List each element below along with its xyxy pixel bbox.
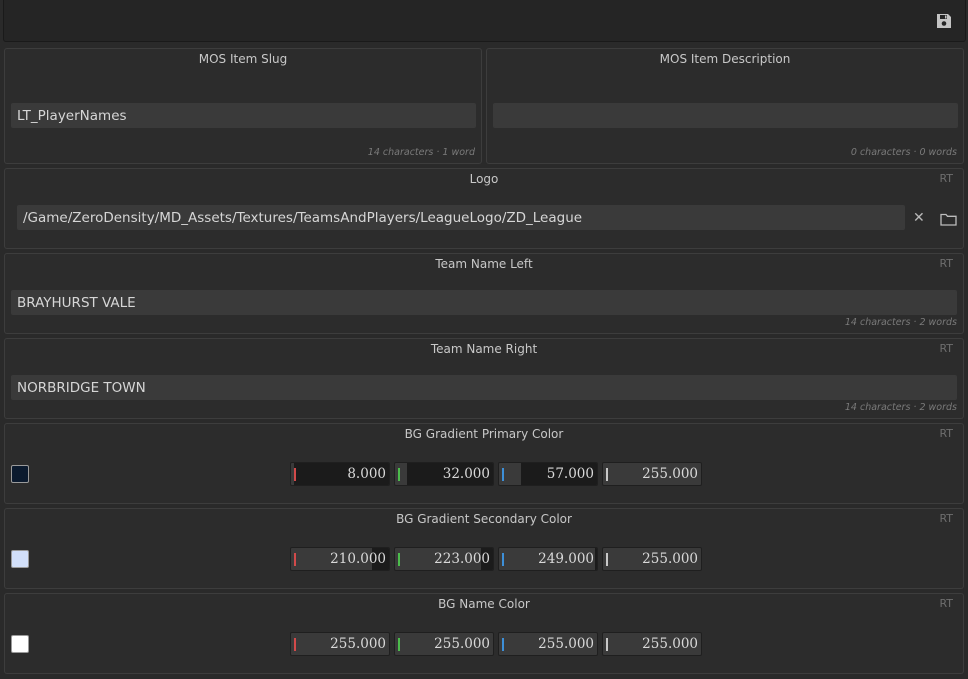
color-swatch[interactable] — [11, 465, 29, 483]
mos-item-description-input[interactable] — [493, 103, 958, 128]
mos-item-slug-label: MOS Item Slug — [198, 52, 288, 66]
mos-item-description-counter: 0 characters · 0 words — [850, 147, 957, 158]
color-swatch[interactable] — [11, 550, 29, 568]
bg-gradient-primary-color-panel: BG Gradient Primary Color RT 8.000 32.00… — [4, 423, 964, 504]
rt-badge: RT — [939, 172, 953, 185]
alpha-channel-value: 255.000 — [642, 636, 698, 652]
green-channel-value: 32.000 — [442, 466, 490, 482]
green-channel-field[interactable]: 32.000 — [394, 462, 494, 486]
red-channel-field[interactable]: 210.000 — [290, 547, 390, 571]
red-channel-field[interactable]: 8.000 — [290, 462, 390, 486]
browse-folder-button[interactable] — [940, 211, 957, 230]
team-name-right-counter: 14 characters · 2 words — [844, 402, 957, 413]
blue-channel-value: 57.000 — [546, 466, 594, 482]
team-name-left-counter: 14 characters · 2 words — [844, 317, 957, 328]
alpha-channel-value: 255.000 — [642, 551, 698, 567]
team-name-right-panel: Team Name Right RT NORBRIDGE TOWN 14 cha… — [4, 338, 964, 419]
color-swatch[interactable] — [11, 635, 29, 653]
close-icon[interactable]: ✕ — [913, 211, 925, 225]
alpha-channel-field[interactable]: 255.000 — [602, 632, 702, 656]
rt-badge: RT — [939, 342, 953, 355]
team-name-right-label: Team Name Right — [430, 342, 538, 356]
mos-item-slug-counter: 14 characters · 1 word — [367, 147, 475, 158]
folder-icon — [940, 213, 957, 226]
mos-item-slug-input[interactable]: LT_PlayerNames — [11, 103, 476, 128]
bg-name-color-panel: BG Name Color RT 255.000 255.000 255.000… — [4, 593, 964, 674]
bg-gradient-primary-color-label: BG Gradient Primary Color — [404, 427, 564, 441]
team-name-right-input[interactable]: NORBRIDGE TOWN — [11, 375, 957, 400]
logo-label: Logo — [469, 172, 499, 186]
blue-channel-value: 255.000 — [538, 636, 594, 652]
toolbar — [3, 0, 966, 42]
rt-badge: RT — [939, 257, 953, 270]
alpha-channel-field[interactable]: 255.000 — [602, 462, 702, 486]
rt-badge: RT — [939, 512, 953, 525]
bg-gradient-secondary-color-panel: BG Gradient Secondary Color RT 210.000 2… — [4, 508, 964, 589]
green-channel-field[interactable]: 255.000 — [394, 632, 494, 656]
alpha-channel-value: 255.000 — [642, 466, 698, 482]
logo-panel: Logo RT /Game/ZeroDensity/MD_Assets/Text… — [4, 168, 964, 249]
mos-item-slug-panel: MOS Item Slug LT_PlayerNames 14 characte… — [4, 48, 482, 164]
blue-channel-field[interactable]: 255.000 — [498, 632, 598, 656]
team-name-left-input[interactable]: BRAYHURST VALE — [11, 290, 957, 315]
green-channel-value: 255.000 — [434, 636, 490, 652]
green-channel-value: 223.000 — [434, 551, 490, 567]
rt-badge: RT — [939, 597, 953, 610]
red-channel-value: 255.000 — [330, 636, 386, 652]
floppy-disk-icon — [937, 14, 951, 28]
bg-gradient-secondary-color-label: BG Gradient Secondary Color — [396, 512, 572, 526]
red-channel-value: 8.000 — [347, 466, 386, 482]
logo-path-input[interactable]: /Game/ZeroDensity/MD_Assets/Textures/Tea… — [17, 205, 905, 230]
green-channel-field[interactable]: 223.000 — [394, 547, 494, 571]
team-name-left-panel: Team Name Left RT BRAYHURST VALE 14 char… — [4, 253, 964, 334]
rt-badge: RT — [939, 427, 953, 440]
alpha-channel-field[interactable]: 255.000 — [602, 547, 702, 571]
red-channel-field[interactable]: 255.000 — [290, 632, 390, 656]
blue-channel-value: 249.000 — [538, 551, 594, 567]
mos-item-description-label: MOS Item Description — [659, 52, 791, 66]
mos-item-description-panel: MOS Item Description 0 characters · 0 wo… — [486, 48, 964, 164]
red-channel-value: 210.000 — [330, 551, 386, 567]
bg-name-color-label: BG Name Color — [438, 597, 530, 611]
save-button[interactable] — [935, 12, 953, 30]
blue-channel-field[interactable]: 249.000 — [498, 547, 598, 571]
blue-channel-field[interactable]: 57.000 — [498, 462, 598, 486]
team-name-left-label: Team Name Left — [435, 257, 533, 271]
